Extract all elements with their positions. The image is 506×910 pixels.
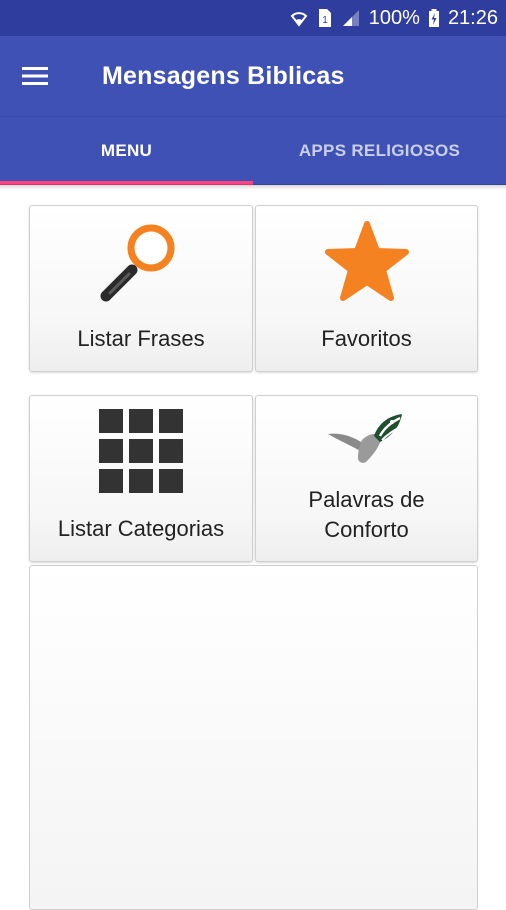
clock: 21:26 xyxy=(447,6,498,29)
magnifier-icon xyxy=(96,218,186,313)
favoritos-button[interactable]: Favoritos xyxy=(255,205,478,372)
palavras-de-conforto-label-line1: Palavras de xyxy=(308,487,425,512)
battery-charging-icon xyxy=(428,8,440,28)
svg-text:1: 1 xyxy=(322,15,328,26)
wifi-icon xyxy=(289,8,309,28)
star-icon xyxy=(322,218,412,313)
tab-apps-religiosos[interactable]: APPS RELIGIOSOS xyxy=(253,117,506,185)
palavras-de-conforto-button[interactable]: Palavras de Conforto xyxy=(255,395,478,562)
tab-menu[interactable]: MENU xyxy=(0,117,253,185)
app-bar: Mensagens Biblicas xyxy=(0,36,506,116)
tab-bar: MENU APPS RELIGIOSOS xyxy=(0,116,506,185)
listar-categorias-button[interactable]: Listar Categorias xyxy=(29,395,253,562)
signal-icon xyxy=(341,8,361,28)
dove-icon xyxy=(322,406,412,473)
battery-percent: 100% xyxy=(368,6,420,29)
grid-icon xyxy=(98,408,184,499)
favoritos-label: Favoritos xyxy=(321,326,412,351)
tab-shadow xyxy=(0,184,506,190)
listar-frases-label: Listar Frases xyxy=(77,326,205,351)
sim-icon: 1 xyxy=(317,8,333,28)
listar-frases-button[interactable]: Listar Frases xyxy=(29,205,253,372)
hamburger-menu-icon[interactable] xyxy=(0,36,70,116)
app-title: Mensagens Biblicas xyxy=(102,61,345,90)
listar-categorias-label: Listar Categorias xyxy=(57,516,225,541)
palavras-de-conforto-label-line2: Conforto xyxy=(324,517,409,542)
status-bar: 1 100% 21:26 xyxy=(0,0,506,36)
empty-panel xyxy=(29,565,478,910)
